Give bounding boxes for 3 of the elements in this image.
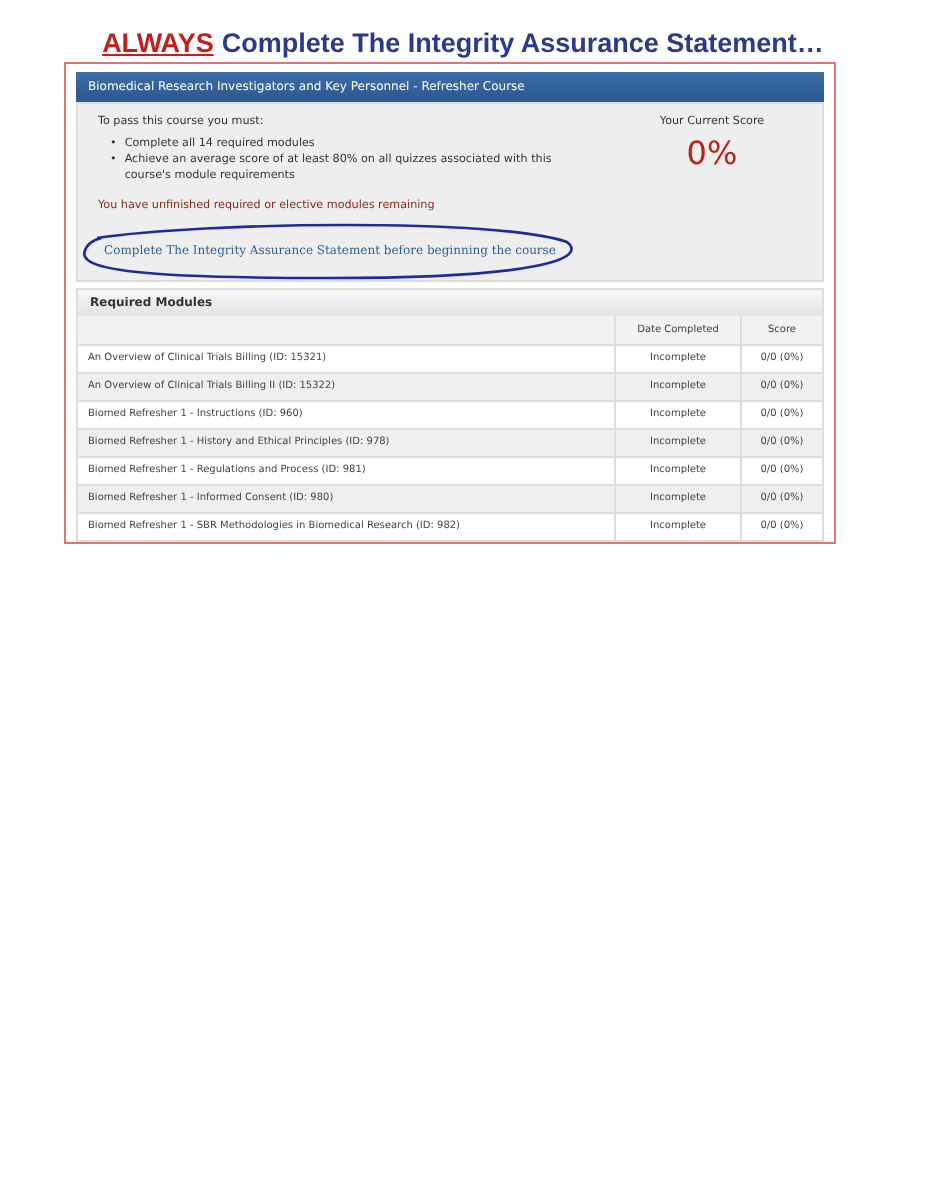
heading-text: Complete The Integrity Assurance Statement… <box>221 28 824 58</box>
heading-emphasis: ALWAYS <box>102 28 214 58</box>
score-value: 0% <box>684 134 740 172</box>
